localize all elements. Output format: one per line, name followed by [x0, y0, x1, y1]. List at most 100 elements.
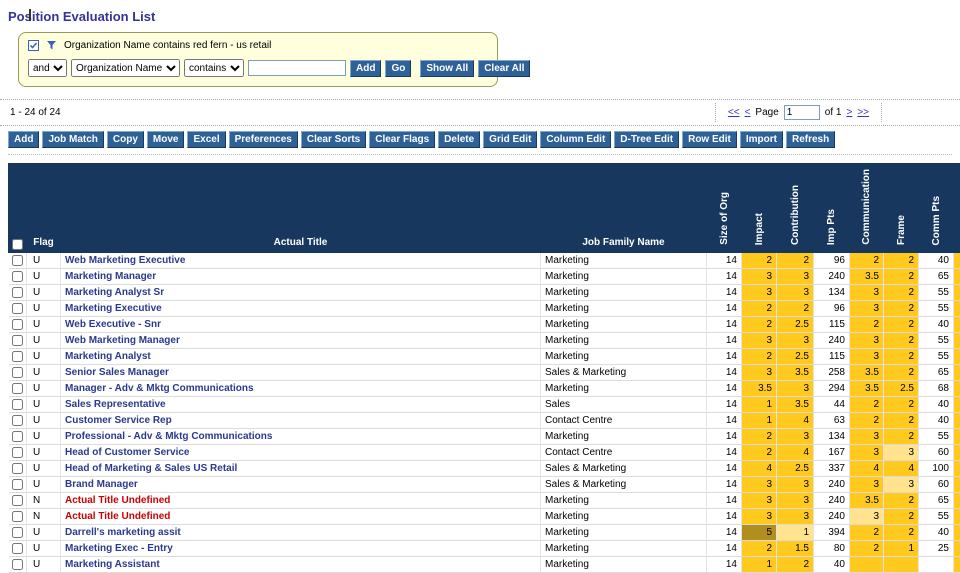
add-filter-button[interactable]: Add — [350, 60, 381, 77]
text-cursor-artifact — [29, 9, 31, 21]
filter-controls: and Organization Name contains Add Go Sh… — [28, 59, 488, 77]
row-checkbox[interactable] — [12, 287, 23, 298]
communication-cell: 3.5 — [850, 365, 884, 381]
flag-cell: U — [27, 397, 61, 413]
frame-cell: 2 — [884, 365, 919, 381]
prev-page-link[interactable]: < — [745, 107, 751, 118]
row-checkbox[interactable] — [12, 367, 23, 378]
col-header-actual-title[interactable]: Actual Title — [61, 164, 541, 253]
filter-panel: Organization Name contains red fern - us… — [18, 32, 498, 87]
col-header-clipped — [954, 164, 960, 253]
row-checkbox-cell — [9, 525, 27, 541]
toolbar-button-preferences[interactable]: Preferences — [229, 131, 298, 148]
toolbar-button-column-edit[interactable]: Column Edit — [540, 131, 611, 148]
filter-value-input[interactable] — [248, 60, 346, 76]
select-all-checkbox[interactable] — [12, 239, 23, 250]
imp-pts-cell: 40 — [814, 557, 850, 573]
col-header-communication[interactable]: Communication — [850, 164, 884, 253]
col-header-size-of-org[interactable]: Size of Org — [707, 164, 742, 253]
clipped-column-cell — [954, 445, 960, 461]
page-number-input[interactable] — [784, 105, 820, 120]
funnel-icon[interactable] — [46, 40, 57, 51]
table-row: USenior Sales ManagerSales & Marketing14… — [9, 365, 960, 381]
toolbar-button-grid-edit[interactable]: Grid Edit — [483, 131, 537, 148]
contribution-cell: 2 — [777, 557, 814, 573]
toolbar-button-move[interactable]: Move — [147, 131, 185, 148]
row-checkbox[interactable] — [12, 271, 23, 282]
toolbar-button-clear-flags[interactable]: Clear Flags — [369, 131, 435, 148]
row-checkbox[interactable] — [12, 255, 23, 266]
col-header-imp-pts[interactable]: Imp Pts — [814, 164, 850, 253]
comm-pts-cell: 60 — [919, 477, 954, 493]
col-header-frame[interactable]: Frame — [884, 164, 919, 253]
toolbar-button-add[interactable]: Add — [8, 131, 39, 148]
toolbar-button-import[interactable]: Import — [740, 131, 783, 148]
col-header-job-family-name[interactable]: Job Family Name — [541, 164, 707, 253]
filter-summary-row: Organization Name contains red fern - us… — [28, 40, 488, 51]
first-page-link[interactable]: << — [728, 107, 740, 118]
toolbar-button-row-edit[interactable]: Row Edit — [682, 131, 737, 148]
contribution-cell: 3 — [777, 269, 814, 285]
job-family-cell: Marketing — [541, 541, 707, 557]
operator-select[interactable]: contains — [184, 59, 244, 77]
col-header-contribution[interactable]: Contribution — [777, 164, 814, 253]
toolbar-button-delete[interactable]: Delete — [438, 131, 480, 148]
col-header-flag[interactable]: Flag — [27, 164, 61, 253]
comm-pts-cell: 55 — [919, 509, 954, 525]
row-checkbox[interactable] — [12, 319, 23, 330]
row-checkbox[interactable] — [12, 463, 23, 474]
toolbar-button-excel[interactable]: Excel — [187, 131, 225, 148]
row-checkbox[interactable] — [12, 415, 23, 426]
impact-cell: 3 — [742, 269, 777, 285]
next-page-link[interactable]: > — [846, 107, 852, 118]
contribution-cell: 3.5 — [777, 397, 814, 413]
table-row: UWeb Executive - SnrMarketing1422.511522… — [9, 317, 960, 333]
job-family-cell: Marketing — [541, 301, 707, 317]
toolbar-button-refresh[interactable]: Refresh — [786, 131, 835, 148]
contribution-cell: 3 — [777, 509, 814, 525]
field-select[interactable]: Organization Name — [71, 59, 180, 77]
frame-cell: 2.5 — [884, 381, 919, 397]
row-checkbox[interactable] — [12, 399, 23, 410]
row-checkbox[interactable] — [12, 495, 23, 506]
checkbox-icon[interactable] — [28, 40, 39, 51]
row-checkbox-cell — [9, 493, 27, 509]
comm-pts-cell: 60 — [919, 445, 954, 461]
contribution-cell: 3 — [777, 285, 814, 301]
pagination-bar: 1 - 24 of 24 << < Page of 1 > >> — [0, 99, 960, 126]
size-of-org-cell: 14 — [707, 461, 742, 477]
clear-all-button[interactable]: Clear All — [478, 60, 530, 77]
col-header-impact[interactable]: Impact — [742, 164, 777, 253]
row-checkbox[interactable] — [12, 431, 23, 442]
row-checkbox[interactable] — [12, 383, 23, 394]
go-button[interactable]: Go — [385, 60, 411, 77]
communication-cell: 3.5 — [850, 381, 884, 397]
row-checkbox[interactable] — [12, 511, 23, 522]
toolbar-button-clear-sorts[interactable]: Clear Sorts — [301, 131, 366, 148]
row-checkbox[interactable] — [12, 479, 23, 490]
row-checkbox[interactable] — [12, 559, 23, 570]
job-family-cell: Contact Centre — [541, 445, 707, 461]
toolbar: AddJob MatchCopyMoveExcelPreferencesClea… — [8, 131, 952, 155]
row-checkbox[interactable] — [12, 335, 23, 346]
row-checkbox[interactable] — [12, 543, 23, 554]
comm-pts-cell: 40 — [919, 525, 954, 541]
row-checkbox[interactable] — [12, 351, 23, 362]
boolean-operator-select[interactable]: and — [28, 59, 67, 77]
row-checkbox-cell — [9, 461, 27, 477]
actual-title-cell: Head of Marketing & Sales US Retail — [61, 461, 541, 477]
last-page-link[interactable]: >> — [857, 107, 869, 118]
row-checkbox[interactable] — [12, 303, 23, 314]
row-checkbox-cell — [9, 333, 27, 349]
row-checkbox[interactable] — [12, 527, 23, 538]
toolbar-button-copy[interactable]: Copy — [107, 131, 144, 148]
col-header-comm-pts[interactable]: Comm Pts — [919, 164, 954, 253]
show-all-button[interactable]: Show All — [420, 60, 474, 77]
clipped-column-cell — [954, 317, 960, 333]
table-row: UBrand ManagerSales & Marketing143324033… — [9, 477, 960, 493]
table-row: NActual Title UndefinedMarketing14332403… — [9, 493, 960, 509]
toolbar-button-job-match[interactable]: Job Match — [42, 131, 103, 148]
row-checkbox[interactable] — [12, 447, 23, 458]
actual-title-cell: Manager - Adv & Mktg Communications — [61, 381, 541, 397]
toolbar-button-d-tree-edit[interactable]: D-Tree Edit — [614, 131, 679, 148]
